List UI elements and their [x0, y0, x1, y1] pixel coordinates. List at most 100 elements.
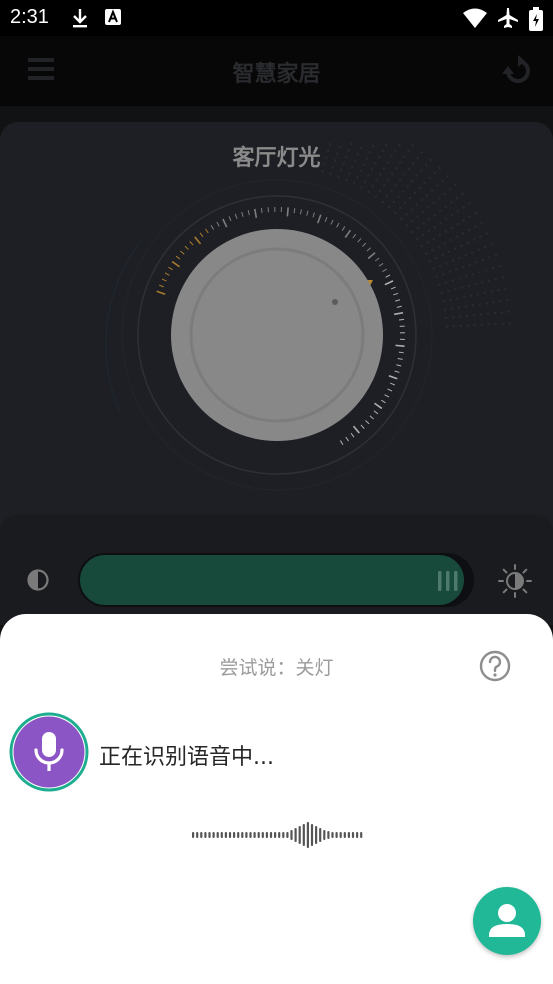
texture-dot	[399, 161, 402, 164]
texture-dot	[445, 325, 448, 328]
dial-tick	[293, 208, 296, 214]
microphone-button[interactable]	[9, 712, 89, 792]
texture-dot	[473, 323, 476, 327]
texture-dot	[480, 323, 483, 326]
texture-dot	[462, 295, 466, 299]
dial-tick	[394, 370, 400, 373]
texture-dot	[455, 268, 458, 271]
waveform-bar	[298, 826, 301, 844]
texture-dot	[467, 284, 471, 288]
texture-dot	[444, 281, 448, 284]
texture-dot	[498, 264, 501, 268]
waveform-bar	[192, 832, 195, 838]
dial-tick	[345, 436, 349, 442]
texture-dot	[444, 316, 448, 320]
dial-tick	[156, 290, 166, 296]
dial-tick	[210, 225, 215, 230]
waveform-bar	[343, 832, 346, 838]
texture-dot	[359, 169, 362, 173]
texture-dot	[437, 197, 441, 200]
dial-tick	[378, 263, 384, 267]
dial-tick	[199, 232, 204, 238]
texture-dot	[499, 300, 502, 303]
recognition-status: 正在识别语音中...	[99, 745, 274, 770]
texture-dot	[431, 248, 434, 252]
texture-dot	[432, 237, 436, 241]
texture-dot	[465, 314, 469, 318]
texture-dot	[450, 307, 454, 310]
texture-dot	[428, 176, 431, 180]
texture-dot	[486, 312, 490, 316]
texture-dot	[403, 173, 406, 176]
dial-tick	[366, 247, 371, 252]
texture-dot	[460, 286, 464, 289]
waveform-bar	[216, 832, 219, 838]
texture-dot	[462, 219, 465, 222]
texture-dot	[460, 244, 463, 248]
status-bar: 2:31	[0, 0, 553, 36]
texture-dot	[342, 162, 345, 165]
texture-dot	[454, 183, 457, 187]
texture-dot	[413, 191, 417, 195]
user-icon	[489, 904, 525, 937]
brightness-dial[interactable]	[0, 122, 553, 542]
brightness-slider[interactable]	[78, 553, 474, 607]
dial-tick	[161, 278, 167, 282]
waveform-bar	[306, 822, 309, 848]
texture-dot	[397, 195, 400, 198]
dial-tick	[394, 311, 404, 316]
dial-tick	[228, 216, 232, 222]
dial-tick	[253, 208, 258, 218]
user-fab-button[interactable]	[473, 887, 541, 955]
waveform-bar	[302, 824, 305, 846]
texture-dot	[400, 217, 403, 221]
texture-dot	[466, 324, 469, 327]
dial-tick	[374, 402, 383, 410]
app-title: 智慧家居	[232, 61, 321, 86]
texture-dot	[446, 174, 449, 178]
waveform-bar	[339, 832, 342, 838]
texture-dot	[382, 167, 386, 170]
texture-dot	[407, 149, 410, 153]
texture-dot	[386, 161, 389, 164]
dial-tick	[316, 214, 322, 224]
dial-tick	[194, 236, 202, 245]
slider-grip-icon[interactable]	[436, 570, 460, 592]
dial-tick	[336, 222, 340, 228]
light-control-card: 客厅灯光	[0, 122, 553, 542]
dial-tick	[352, 233, 357, 239]
dial-tick	[373, 410, 379, 415]
texture-dot	[338, 145, 341, 149]
texture-dot	[467, 228, 471, 232]
dial-tick	[312, 212, 315, 218]
texture-dot	[507, 310, 511, 313]
texture-dot	[363, 180, 367, 183]
texture-dot	[359, 146, 362, 150]
dial-tick	[222, 218, 228, 228]
texture-dot	[353, 159, 357, 162]
texture-dot	[395, 167, 398, 170]
texture-dot	[397, 143, 401, 147]
texture-dot	[494, 277, 498, 281]
texture-dot	[437, 245, 440, 248]
texture-dot	[494, 253, 498, 257]
texture-dot	[451, 259, 455, 262]
dial-tick	[286, 207, 289, 217]
texture-dot	[455, 235, 459, 238]
texture-dot	[427, 206, 430, 209]
dial-tick	[398, 351, 404, 354]
texture-dot	[416, 226, 420, 230]
refresh-icon[interactable]	[500, 54, 536, 88]
waveform-bar	[294, 828, 297, 842]
texture-dot	[352, 182, 356, 185]
texture-dot	[491, 267, 495, 270]
download-icon	[73, 9, 87, 28]
texture-dot	[445, 262, 448, 265]
texture-dot	[454, 247, 457, 251]
texture-dot	[449, 238, 452, 242]
dial-tick	[158, 284, 164, 288]
texture-dot	[444, 230, 447, 233]
help-circle-icon[interactable]	[478, 649, 512, 683]
texture-dot	[456, 222, 459, 226]
texture-dot	[345, 178, 348, 182]
